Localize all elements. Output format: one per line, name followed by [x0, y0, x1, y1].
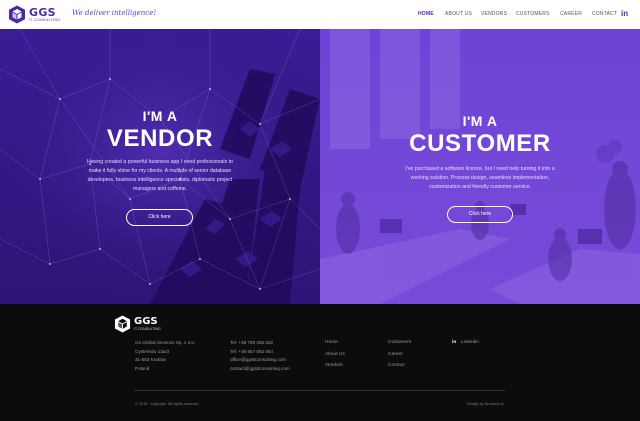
ggs-logo-icon[interactable]: [8, 5, 26, 24]
address-city: 31-553 Kraków: [135, 357, 166, 363]
footer-link-career[interactable]: Career: [388, 352, 403, 357]
vendor-heading: VENDOR: [106, 125, 214, 152]
address-country: Poland: [135, 365, 150, 371]
tagline: We deliver intelligence!: [72, 9, 157, 17]
nav-contact[interactable]: CONTACT: [592, 11, 617, 17]
email-office[interactable]: office@ggsitconsulting.com: [230, 356, 290, 365]
vendor-eyebrow: I'M A: [142, 108, 178, 124]
design-credit[interactable]: Design by Brouscio.pl: [467, 402, 504, 406]
address-company: Go Global Services Sp. z o.o.: [135, 340, 196, 345]
footer-link-home[interactable]: Home: [325, 340, 338, 345]
phone-2[interactable]: Tel: +48 667 062 084: [230, 348, 290, 357]
copyright-text: © 2016 · copyright. All rights reserved.: [135, 402, 200, 406]
site-footer: GGS IT CONSULTING: [0, 304, 640, 421]
vendor-click-here-button[interactable]: Click here: [126, 209, 193, 226]
footer-logo-subtitle: IT CONSULTING: [134, 327, 161, 331]
nav-home[interactable]: HOME: [418, 11, 434, 17]
customer-eyebrow: I'M A: [462, 113, 498, 129]
footer-link-customers[interactable]: Customers: [388, 340, 411, 345]
email-contact[interactable]: contact@ggsitconsulting.com: [230, 365, 290, 374]
customer-panel: I'M A CUSTOMER I've purchased a software…: [320, 29, 640, 304]
footer-address: Go Global Services Sp. z o.o. Cystersów …: [135, 339, 195, 373]
logo-subtitle: IT CONSULTING: [29, 18, 61, 22]
footer-divider: [134, 390, 505, 391]
site-header: GGS IT CONSULTING We deliver intelligenc…: [0, 0, 640, 29]
nav-career[interactable]: CAREER: [560, 11, 582, 17]
footer-link-about-us[interactable]: About Us: [325, 352, 345, 357]
footer-link-vendors[interactable]: Vendors: [325, 363, 343, 368]
ggs-footer-logo-icon[interactable]: [114, 315, 131, 333]
address-street: Cystersów 13a/3: [135, 348, 170, 354]
linkedin-icon[interactable]: in: [621, 9, 628, 18]
footer-linkedin-icon[interactable]: in: [452, 340, 456, 345]
vendor-panel: I'M A VENDOR Having created a powerful b…: [0, 29, 320, 304]
footer-link-contact[interactable]: Contact: [388, 363, 405, 368]
customer-click-here-button[interactable]: Click here: [447, 206, 513, 223]
customer-heading: CUSTOMER: [409, 130, 551, 157]
phone-1[interactable]: Tel: +48 790 355 632: [230, 339, 290, 348]
footer-linkedin-link[interactable]: Linkedin: [461, 340, 479, 345]
footer-logo-text[interactable]: GGS: [134, 316, 158, 327]
footer-contact: Tel: +48 790 355 632 Tel: +48 667 062 08…: [230, 339, 290, 373]
nav-about-us[interactable]: ABOUT US: [445, 11, 472, 17]
nav-vendors[interactable]: VENDORS: [481, 11, 507, 17]
nav-customers[interactable]: CUSTOMERS: [516, 11, 550, 17]
vendor-description: Having created a powerful business app I…: [87, 159, 233, 192]
customer-description: I've purchased a software licence, but I…: [405, 166, 555, 190]
